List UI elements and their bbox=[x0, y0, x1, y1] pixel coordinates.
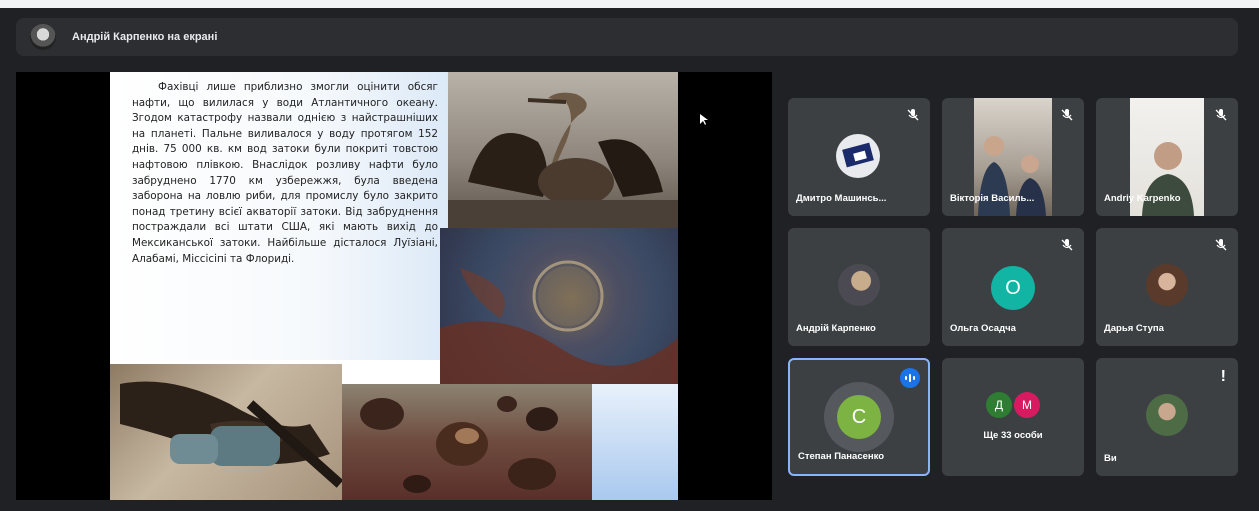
participant-tile[interactable]: Andriy Karpenko bbox=[1096, 98, 1238, 216]
presentation-header[interactable]: Андрій Карпенко на екрані bbox=[16, 18, 1238, 56]
mic-off-icon bbox=[1061, 239, 1073, 251]
participant-tile[interactable]: Вікторія Василь... bbox=[942, 98, 1084, 216]
presentation-title: Андрій Карпенко на екрані bbox=[72, 31, 218, 43]
mic-off-icon bbox=[1215, 239, 1227, 251]
photo-oiled-bird-hands bbox=[110, 364, 342, 500]
others-tile[interactable]: Д М Ще 33 особи bbox=[942, 358, 1084, 476]
participant-name: Ви bbox=[1104, 453, 1117, 464]
shared-screen[interactable]: Фахівці лише приблизно змогли оцінити об… bbox=[16, 72, 772, 500]
participant-initial-avatar: О bbox=[991, 266, 1035, 310]
participant-avatar bbox=[1146, 264, 1188, 306]
photo-oiled-beach bbox=[342, 384, 592, 500]
participant-initial-avatar: С bbox=[837, 395, 881, 439]
participant-tile-speaking[interactable]: С Степан Панасенко bbox=[788, 358, 930, 476]
participant-name: Андрій Карпенко bbox=[796, 323, 876, 334]
others-count-label: Ще 33 особи bbox=[983, 430, 1043, 441]
presenter-avatar bbox=[30, 24, 56, 50]
mic-off-icon bbox=[1061, 109, 1073, 121]
slide-corner-panel bbox=[592, 384, 678, 500]
others-avatar-1: Д bbox=[986, 392, 1012, 418]
participant-name: Andriy Karpenko bbox=[1104, 193, 1181, 204]
browser-top-band bbox=[0, 0, 1259, 8]
participant-name: Степан Панасенко bbox=[798, 451, 885, 462]
mouse-cursor-icon bbox=[700, 114, 708, 125]
participant-tile[interactable]: О Ольга Осадча bbox=[942, 228, 1084, 346]
participant-name: Дарья Ступа bbox=[1104, 323, 1164, 334]
meet-window: Андрій Карпенко на екрані Фахівці лише п… bbox=[0, 0, 1259, 511]
participant-name: Вікторія Василь... bbox=[950, 193, 1035, 204]
alert-icon: ! bbox=[1220, 368, 1226, 385]
participant-avatar bbox=[836, 134, 880, 178]
participant-name: Дмитро Машинсь... bbox=[796, 193, 887, 204]
mic-off-icon bbox=[1215, 109, 1227, 121]
others-avatar-2: М bbox=[1014, 392, 1040, 418]
participant-tile[interactable]: Дмитро Машинсь... bbox=[788, 98, 930, 216]
mic-off-icon bbox=[907, 109, 919, 121]
self-tile[interactable]: ! Ви bbox=[1096, 358, 1238, 476]
participant-avatar bbox=[1146, 394, 1188, 436]
speaking-badge bbox=[900, 368, 920, 388]
photo-oiled-pelican bbox=[448, 72, 678, 228]
participant-tile[interactable]: Дарья Ступа bbox=[1096, 228, 1238, 346]
participant-name: Ольга Осадча bbox=[950, 323, 1016, 334]
participant-avatar bbox=[838, 264, 880, 306]
slide-text-block: Фахівці лише приблизно змогли оцінити об… bbox=[110, 72, 448, 360]
photo-oil-sheen bbox=[440, 228, 678, 384]
participant-tile[interactable]: Андрій Карпенко bbox=[788, 228, 930, 346]
presentation-slide: Фахівці лише приблизно змогли оцінити об… bbox=[110, 72, 678, 500]
slide-text: Фахівці лише приблизно змогли оцінити об… bbox=[132, 81, 438, 265]
audio-level-icon bbox=[905, 374, 915, 382]
